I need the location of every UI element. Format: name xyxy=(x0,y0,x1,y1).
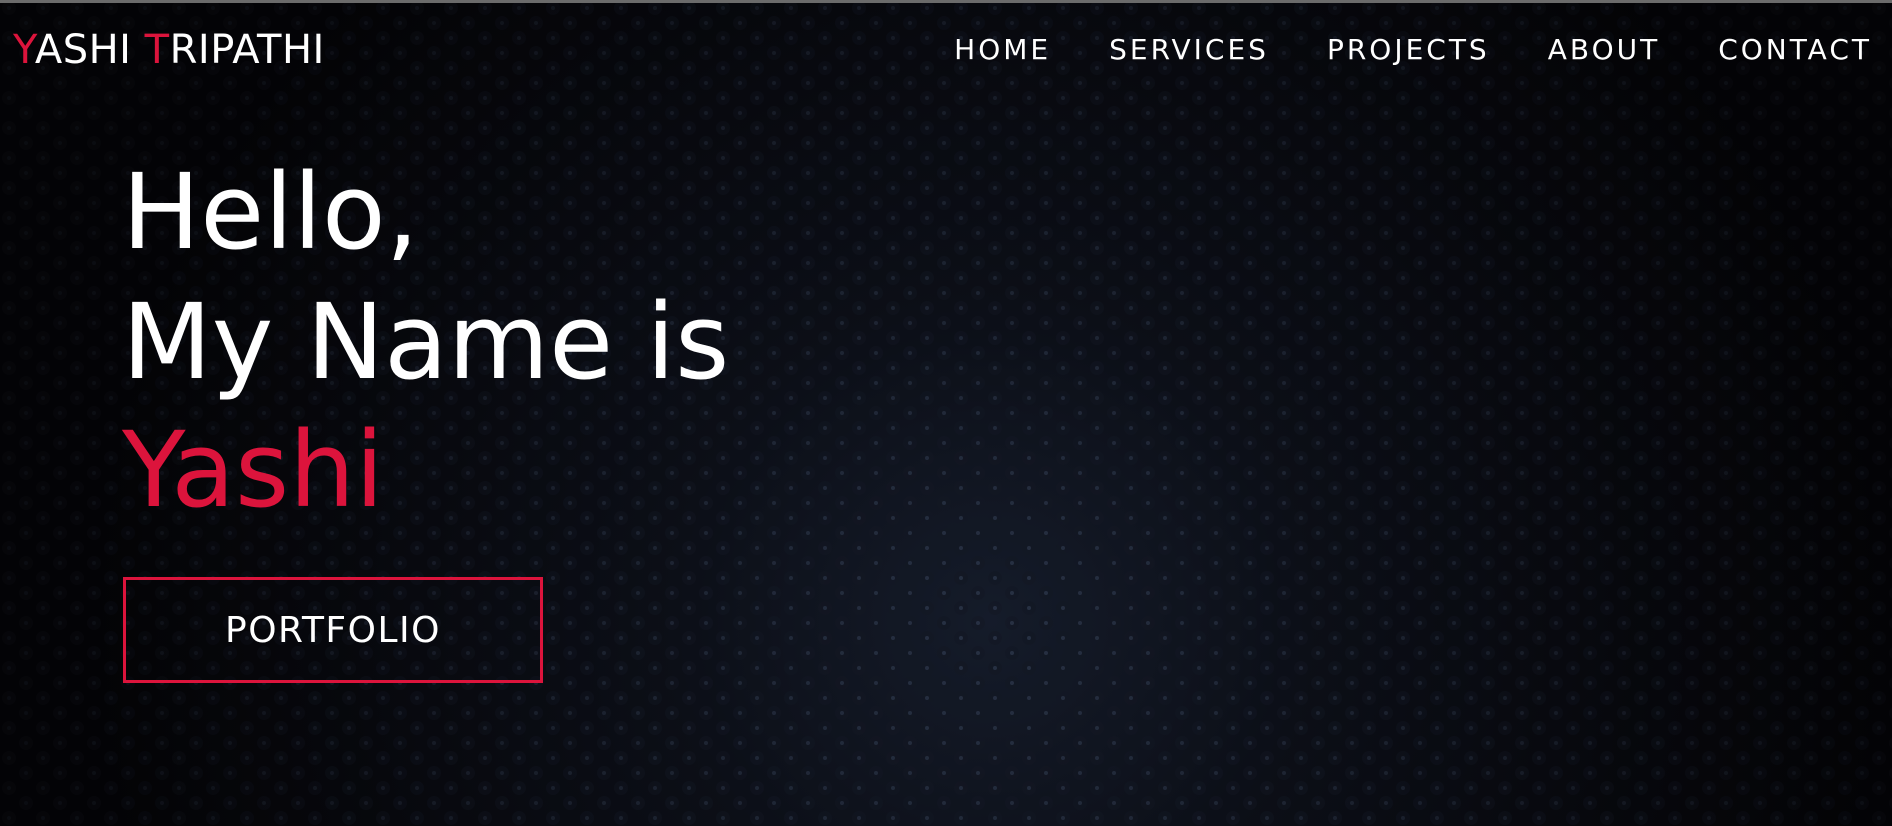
portfolio-page: YASHI TRIPATHI HOME SERVICES PROJECTS AB… xyxy=(0,0,1892,826)
nav-home[interactable]: HOME xyxy=(954,30,1051,70)
logo-first-initial: Y xyxy=(13,27,35,73)
logo-first-rest: ASHI xyxy=(34,27,145,73)
hero-name: Yashi xyxy=(122,409,384,531)
logo-last-rest: RIPATHI xyxy=(169,27,325,73)
nav-contact[interactable]: CONTACT xyxy=(1718,30,1872,70)
nav-projects[interactable]: PROJECTS xyxy=(1327,30,1490,70)
window-top-border xyxy=(0,0,1892,3)
nav-about[interactable]: ABOUT xyxy=(1548,30,1661,70)
hero-greeting: Hello, xyxy=(122,151,419,273)
nav-services[interactable]: SERVICES xyxy=(1109,30,1269,70)
portfolio-button[interactable]: PORTFOLIO xyxy=(123,577,543,683)
main-nav: HOME SERVICES PROJECTS ABOUT CONTACT xyxy=(954,30,1872,70)
logo-last-initial: T xyxy=(144,27,170,73)
site-logo[interactable]: YASHI TRIPATHI xyxy=(13,25,325,75)
hero-intro: My Name is xyxy=(122,281,730,403)
